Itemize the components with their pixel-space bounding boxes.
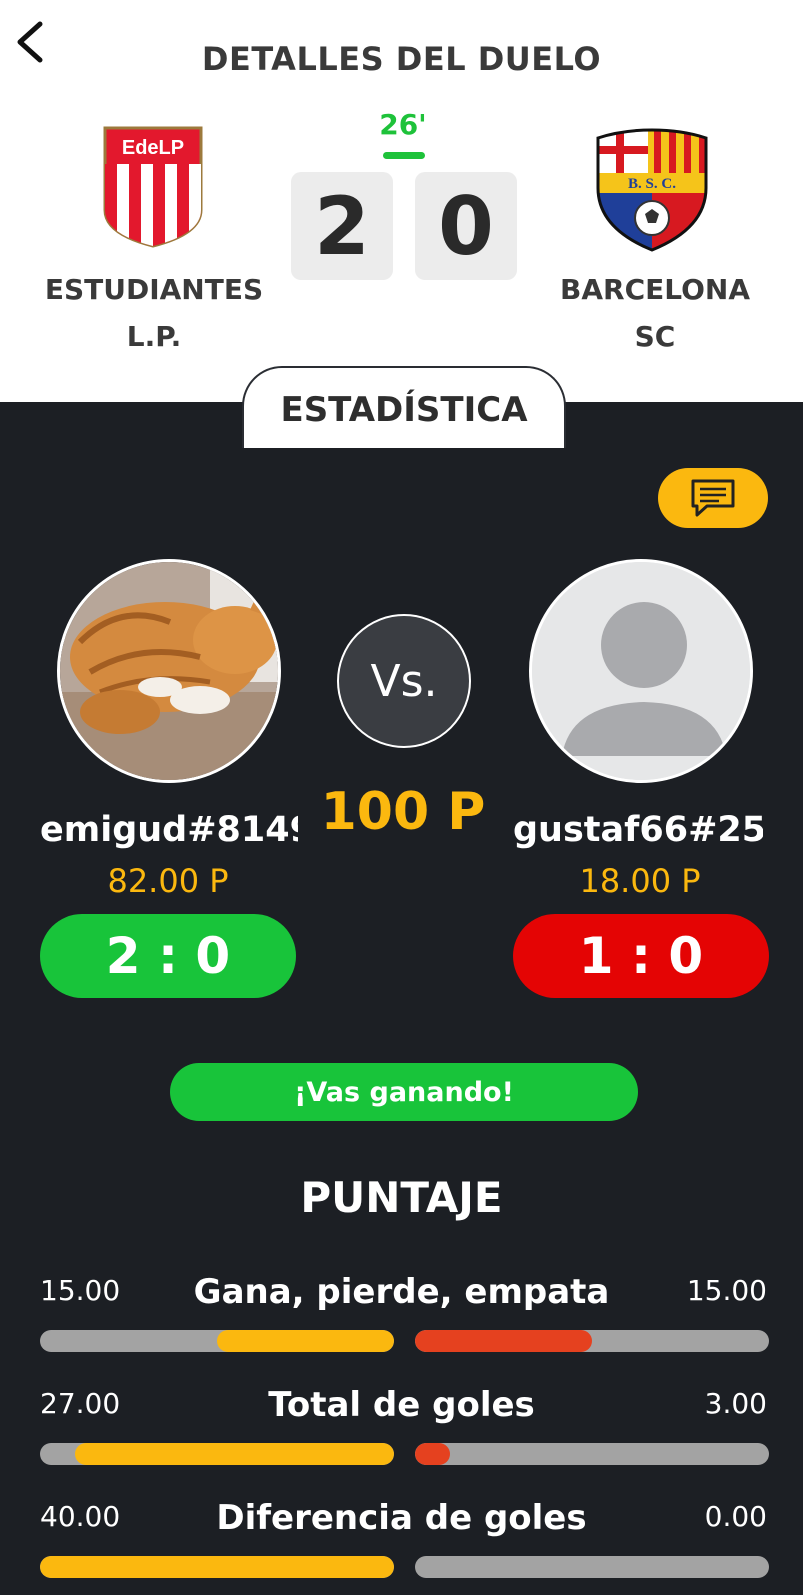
right-bar-track	[415, 1556, 769, 1578]
home-score: 2	[291, 172, 393, 280]
chat-button[interactable]	[658, 468, 768, 528]
right-bar-fill	[415, 1443, 450, 1465]
left-bar-fill	[75, 1443, 394, 1465]
winning-status-badge: ¡Vas ganando!	[170, 1063, 638, 1121]
scoring-row: 40.00 Diferencia de goles 0.00	[0, 1498, 803, 1595]
chat-icon	[691, 479, 735, 517]
row-label: Diferencia de goles	[216, 1498, 587, 1538]
row-right-value: 3.00	[704, 1387, 767, 1420]
cat-photo	[60, 562, 278, 780]
left-bar-fill	[217, 1330, 394, 1352]
page-title: DETALLES DEL DUELO	[201, 40, 602, 78]
versus-badge: Vs.	[337, 614, 471, 748]
match-minute: 26'	[379, 108, 427, 141]
scoring-title: PUNTAJE	[300, 1173, 503, 1222]
row-right-value: 15.00	[686, 1274, 767, 1307]
right-bar-track	[415, 1330, 769, 1352]
home-team-crest: EdeLP	[101, 124, 205, 250]
scoring-row: 15.00 Gana, pierde, empata 15.00	[0, 1272, 803, 1384]
player2-prediction: 1 : 0	[513, 914, 769, 998]
player1-prediction: 2 : 0	[40, 914, 296, 998]
home-team-name: ESTUDIANTES L.P.	[44, 273, 264, 353]
row-label: Gana, pierde, empata	[193, 1272, 610, 1312]
player2-points: 18.00 P	[579, 862, 701, 900]
tab-estadistica[interactable]: ESTADÍSTICA	[242, 366, 566, 448]
row-label: Total de goles	[268, 1385, 535, 1425]
estudiantes-crest-icon: EdeLP	[103, 126, 203, 248]
right-bar-fill	[415, 1330, 592, 1352]
crest-text: EdeLP	[122, 137, 184, 159]
left-bar-track	[40, 1330, 394, 1352]
left-bar-track	[40, 1556, 394, 1578]
left-bar-fill	[40, 1556, 394, 1578]
player1-avatar[interactable]	[57, 559, 281, 783]
left-bar-track	[40, 1443, 394, 1465]
player1-name: emigud#8149	[40, 810, 298, 850]
duel-pot: 100 P	[320, 782, 486, 842]
player1-points: 82.00 P	[107, 862, 229, 900]
scoring-row: 27.00 Total de goles 3.00	[0, 1385, 803, 1497]
row-right-value: 0.00	[704, 1500, 767, 1533]
away-score: 0	[415, 172, 517, 280]
player2-name: gustaf66#2544	[513, 810, 763, 850]
player2-avatar[interactable]	[529, 559, 753, 783]
minute-indicator	[383, 152, 425, 159]
away-team-name: BARCELONA SC	[560, 273, 750, 353]
barcelona-sc-crest-icon: B. S. C.	[596, 128, 708, 252]
away-team-crest: B. S. C.	[592, 128, 712, 252]
user-placeholder-icon	[532, 562, 750, 780]
right-bar-track	[415, 1443, 769, 1465]
crest-text: B. S. C.	[628, 176, 676, 192]
match-header: DETALLES DEL DUELO EdeLP ESTUDIANTES L.P…	[0, 0, 803, 402]
